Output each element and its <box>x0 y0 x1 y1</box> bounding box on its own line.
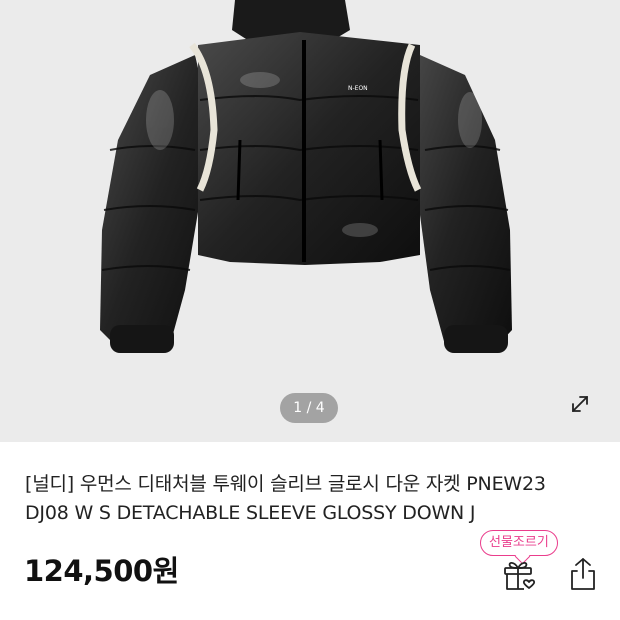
expand-arrows-icon <box>572 396 588 412</box>
product-title-line-2: DJ08 W S DETACHABLE SLEEVE GLOSSY DOWN J <box>25 502 476 524</box>
logo-text: N-EON <box>348 85 368 92</box>
product-price: 124,500원 <box>24 554 179 588</box>
share-button[interactable] <box>566 556 600 592</box>
gift-box-heart-icon <box>504 561 536 590</box>
share-icon <box>571 558 595 590</box>
expand-button[interactable] <box>562 386 598 422</box>
product-image-gallery[interactable]: N-EON 1 / 4 <box>0 0 620 442</box>
product-image[interactable]: N-EON <box>0 0 620 442</box>
gift-request-badge[interactable]: 선물조르기 <box>480 530 558 556</box>
gift-button[interactable] <box>500 556 538 594</box>
image-counter: 1 / 4 <box>280 393 338 423</box>
product-title: [널디] 우먼스 디태처블 투웨이 슬리브 글로시 다운 자켓 PNEW23 D… <box>25 470 605 528</box>
product-title-line-1: [널디] 우먼스 디태처블 투웨이 슬리브 글로시 다운 자켓 PNEW23 <box>25 473 546 495</box>
